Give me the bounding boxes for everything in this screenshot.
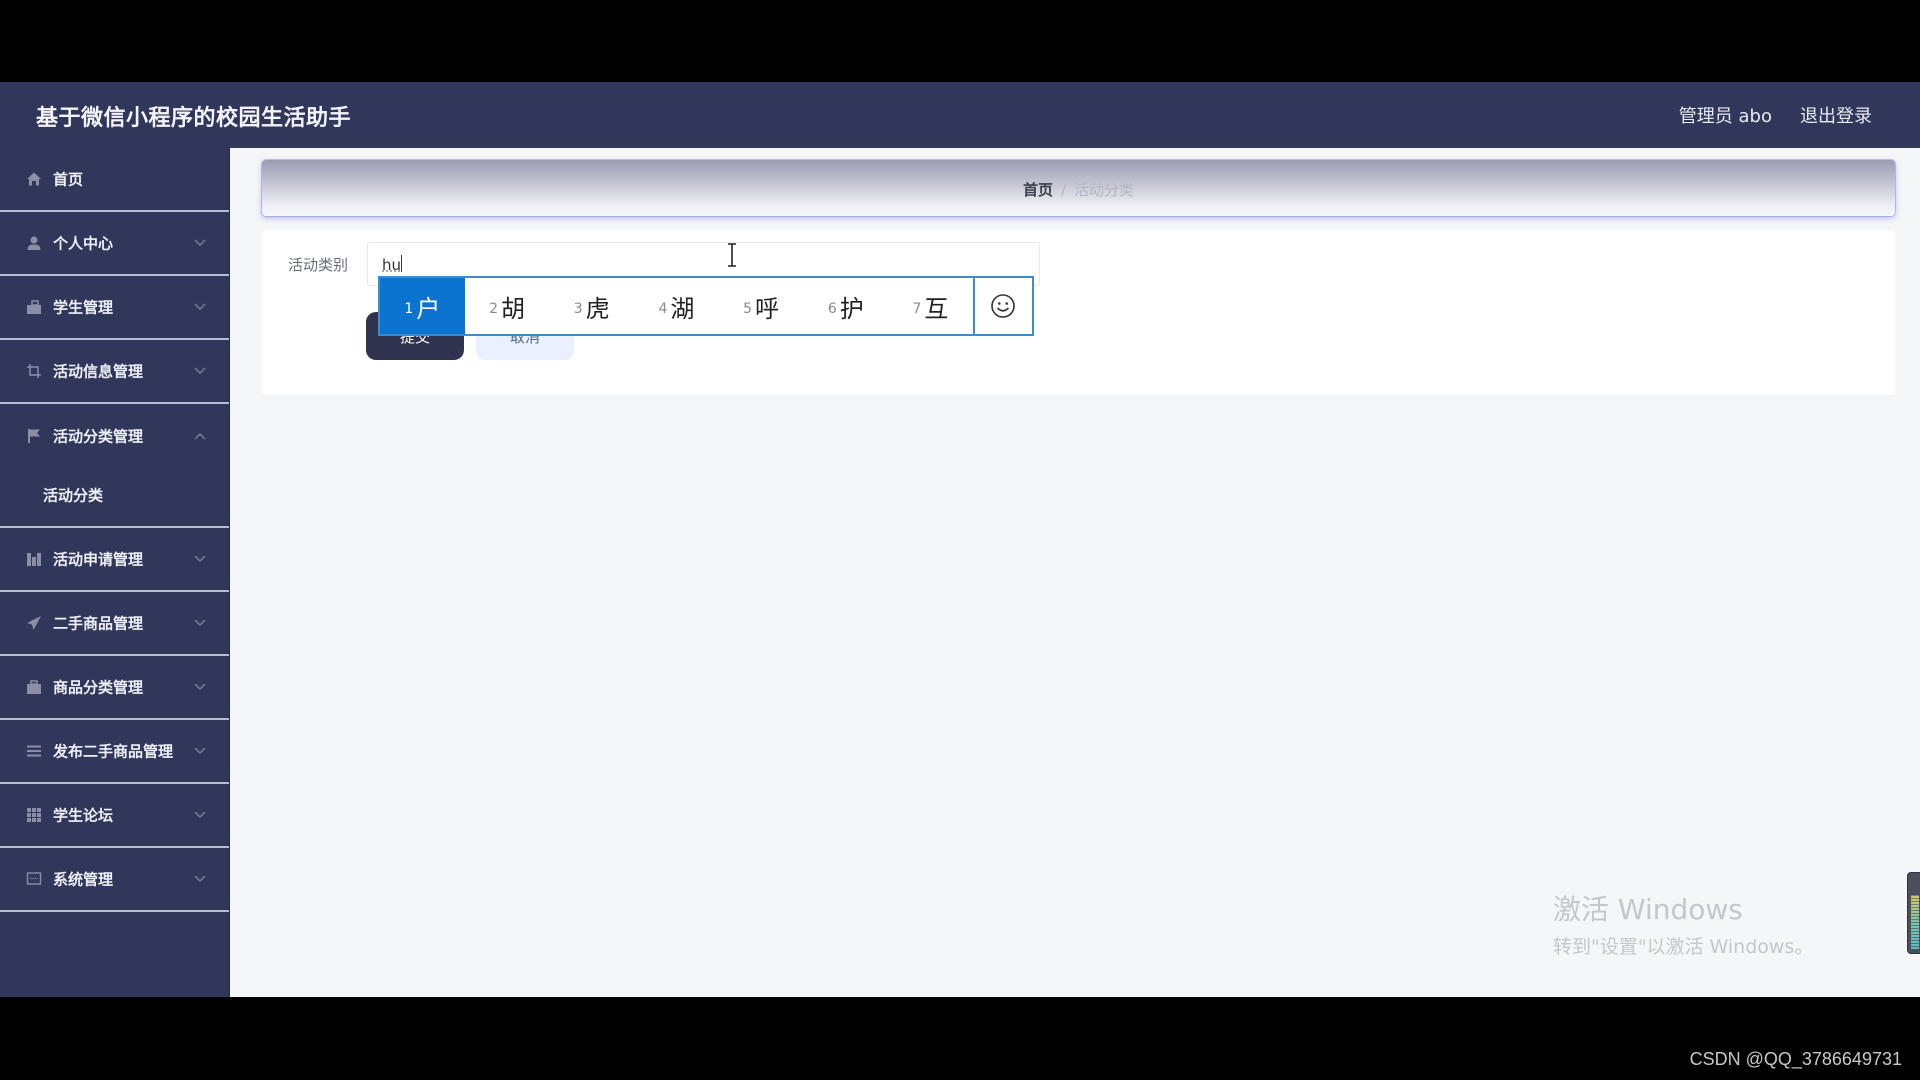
candidate-char: 互 <box>924 294 949 323</box>
text-cursor-icon <box>728 243 736 267</box>
screen: 基于微信小程序的校园生活助手 管理员 abo 退出登录 首页 个人中心 学生管理… <box>0 0 1920 1080</box>
breadcrumb-current: 活动分类 <box>1074 181 1135 199</box>
sidebar-item-label: 二手商品管理 <box>53 614 144 633</box>
sidebar-item-label: 学生论坛 <box>53 806 114 825</box>
sidebar-item-label: 发布二手商品管理 <box>53 742 174 761</box>
breadcrumb-separator: / <box>1060 181 1067 199</box>
chevron-down-icon <box>193 808 207 822</box>
ime-candidate[interactable]: 7互 <box>888 278 973 334</box>
sidebar-item-label: 活动申请管理 <box>53 550 144 569</box>
watermark-subtitle: 转到"设置"以激活 Windows。 <box>1553 936 1814 958</box>
send-icon <box>26 615 42 631</box>
csdn-caption: CSDN @QQ_3786649731 <box>1689 1049 1902 1069</box>
sidebar-item-activity-info-management[interactable]: 活动信息管理 <box>0 340 229 404</box>
candidate-char: 胡 <box>500 294 525 323</box>
chevron-down-icon <box>193 680 207 694</box>
ime-emoji-button[interactable] <box>972 278 1032 334</box>
chevron-down-icon <box>193 552 207 566</box>
candidate-number: 3 <box>573 301 583 317</box>
windows-activation-watermark: 激活 Windows 转到"设置"以激活 Windows。 <box>1553 888 1813 959</box>
chevron-up-icon <box>193 429 207 443</box>
sidebar-item-publish-secondhand-goods-management[interactable]: 发布二手商品管理 <box>0 720 229 784</box>
top-header: 基于微信小程序的校园生活助手 管理员 abo 退出登录 <box>0 82 1920 148</box>
sidebar-item-system-management[interactable]: 系统管理 <box>0 848 229 912</box>
text-caret <box>401 255 402 272</box>
app-title: 基于微信小程序的校园生活助手 <box>36 106 352 131</box>
ime-candidate-window: 1户 2胡 3虎 4湖 5呼 6护 7互 <box>378 276 1034 336</box>
sidebar-item-label: 商品分类管理 <box>53 678 144 697</box>
sidebar-item-label: 活动分类管理 <box>53 427 144 446</box>
flag-icon <box>26 428 42 444</box>
smiley-icon <box>991 294 1016 318</box>
breadcrumb: 首页 / 活动分类 <box>262 160 1895 216</box>
chevron-down-icon <box>193 236 207 250</box>
home-icon <box>26 171 42 187</box>
briefcase-icon <box>26 679 42 695</box>
candidate-char: 户 <box>416 294 441 323</box>
candidate-char: 虎 <box>585 294 610 323</box>
chevron-down-icon <box>193 872 207 886</box>
chevron-down-icon <box>193 364 207 378</box>
breadcrumb-home[interactable]: 首页 <box>1023 181 1053 199</box>
message-icon <box>26 871 42 887</box>
sidebar-subitem-activity-category[interactable]: 活动分类 <box>0 468 229 526</box>
grid-icon <box>26 807 42 823</box>
sidebar-item-personal-center[interactable]: 个人中心 <box>0 212 229 276</box>
audio-level-meter <box>1907 872 1920 954</box>
briefcase-icon <box>26 299 42 315</box>
sidebar-group-header[interactable]: 活动分类管理 <box>0 404 229 468</box>
sidebar-item-label: 个人中心 <box>53 234 114 253</box>
sidebar: 首页 个人中心 学生管理 活动信息管理 活动分类管理 活动分类 活动申请管理 二… <box>0 148 230 997</box>
sidebar-item-student-management[interactable]: 学生管理 <box>0 276 229 340</box>
sidebar-item-activity-category-management: 活动分类管理 活动分类 <box>0 404 229 528</box>
activity-category-label: 活动类别 <box>288 256 349 274</box>
watermark-title: 激活 Windows <box>1553 893 1743 926</box>
sidebar-item-label: 活动信息管理 <box>53 362 144 381</box>
crop-icon <box>26 363 42 379</box>
sidebar-item-label: 学生管理 <box>53 298 114 317</box>
candidate-number: 6 <box>827 301 837 317</box>
current-user: 管理员 abo <box>1678 106 1772 127</box>
ime-candidate[interactable]: 1户 <box>380 278 465 334</box>
audio-level-fill <box>1911 895 1919 949</box>
bar-chart-icon <box>26 551 42 567</box>
candidate-number: 5 <box>743 301 753 317</box>
list-icon <box>26 743 42 759</box>
ime-candidate[interactable]: 6护 <box>803 278 888 334</box>
ime-candidate-list: 1户 2胡 3虎 4湖 5呼 6护 7互 <box>380 278 973 334</box>
ime-composition-text: hu <box>382 256 402 274</box>
candidate-char: 呼 <box>755 294 780 323</box>
chevron-down-icon <box>193 744 207 758</box>
sidebar-item-label: 系统管理 <box>53 870 114 889</box>
chevron-down-icon <box>193 616 207 630</box>
ime-candidate[interactable]: 5呼 <box>719 278 804 334</box>
candidate-number: 7 <box>912 301 922 317</box>
ime-candidate[interactable]: 4湖 <box>634 278 719 334</box>
ime-candidate[interactable]: 2胡 <box>465 278 550 334</box>
candidate-char: 湖 <box>670 294 695 323</box>
candidate-char: 护 <box>839 294 864 323</box>
chevron-down-icon <box>193 300 207 314</box>
ime-candidate[interactable]: 3虎 <box>549 278 634 334</box>
breadcrumb-trail: 首页 / 活动分类 <box>262 179 1895 200</box>
user-icon <box>26 235 42 251</box>
sidebar-item-activity-application-management[interactable]: 活动申请管理 <box>0 528 229 592</box>
sidebar-item-label: 首页 <box>53 170 84 189</box>
candidate-number: 1 <box>404 301 414 317</box>
candidate-number: 4 <box>658 301 668 317</box>
sidebar-item-home[interactable]: 首页 <box>0 148 229 212</box>
sidebar-item-goods-category-management[interactable]: 商品分类管理 <box>0 656 229 720</box>
logout-link[interactable]: 退出登录 <box>1800 102 1872 128</box>
sidebar-item-student-forum[interactable]: 学生论坛 <box>0 784 229 848</box>
app-window: 基于微信小程序的校园生活助手 管理员 abo 退出登录 首页 个人中心 学生管理… <box>0 82 1920 997</box>
sidebar-subitem-label: 活动分类 <box>43 486 104 505</box>
candidate-number: 2 <box>489 301 498 317</box>
sidebar-item-secondhand-goods-management[interactable]: 二手商品管理 <box>0 592 229 656</box>
